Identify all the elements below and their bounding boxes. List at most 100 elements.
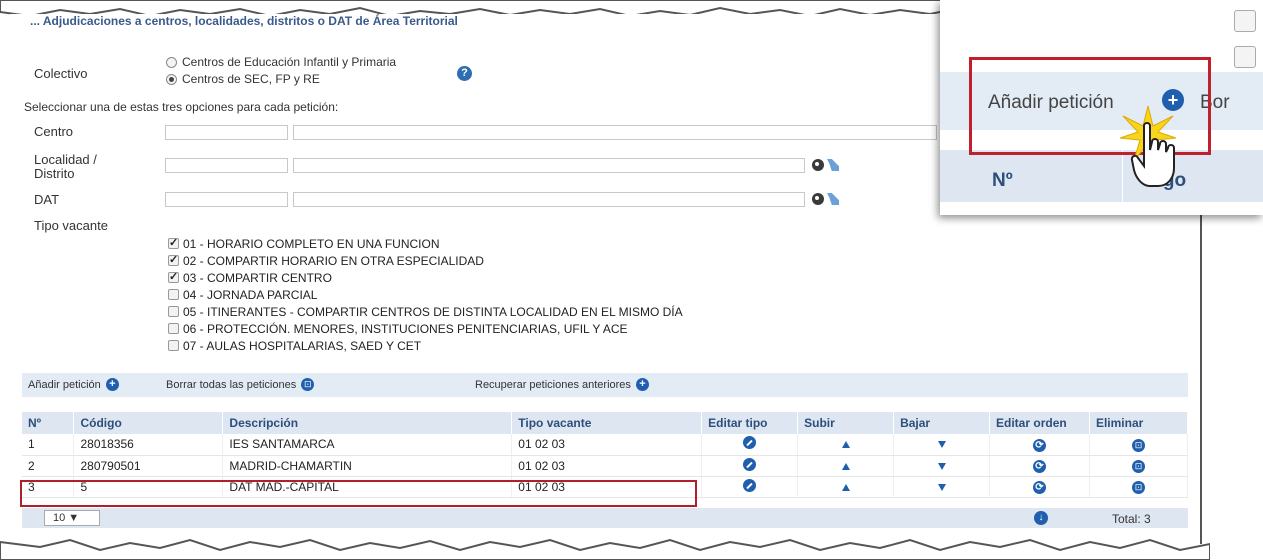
- table-row: 2 280790501 MADRID-CHAMARTIN 01 02 03 ⟳ …: [22, 455, 1189, 477]
- option-label: 02 - COMPARTIR HORARIO EN OTRA ESPECIALI…: [183, 253, 484, 268]
- option-label: 04 - JORNADA PARCIAL: [183, 287, 318, 302]
- pager: 10 ▼ ↓ Total: 3: [22, 508, 1188, 528]
- option-label: 07 - AULAS HOSPITALARIAS, SAED Y CET: [183, 338, 422, 353]
- radio-label: Centros de SEC, FP y RE: [182, 72, 320, 86]
- move-up-icon[interactable]: [841, 462, 850, 470]
- checkbox-checked[interactable]: [168, 236, 179, 249]
- radio-button[interactable]: [166, 56, 177, 68]
- hand-cursor-icon: [1130, 122, 1175, 187]
- colectivo-label: Colectivo: [34, 66, 88, 81]
- checkbox[interactable]: [168, 306, 179, 317]
- download-icon[interactable]: ↓: [1034, 511, 1048, 525]
- instruction-text: Seleccionar una de estas tres opciones p…: [24, 100, 339, 114]
- dat-name-input[interactable]: [293, 192, 805, 207]
- tipo-vacante-option[interactable]: 01 - HORARIO COMPLETO EN UNA FUNCION: [168, 235, 683, 252]
- tipo-vacante-option[interactable]: 07 - AULAS HOSPITALARIAS, SAED Y CET: [168, 337, 683, 354]
- dat-tools: [812, 193, 839, 205]
- delete-all-button[interactable]: Borrar todas las peticiones ⊡: [166, 378, 315, 391]
- col-bajar: Bajar: [893, 412, 991, 434]
- tipo-vacante-option[interactable]: 03 - COMPARTIR CENTRO: [168, 269, 683, 286]
- zoom-callout: Añadir petición + Bor Nº digo: [940, 0, 1263, 215]
- option-label: 06 - PROTECCIÓN. MENORES, INSTITUCIONES …: [183, 321, 628, 336]
- cell-descripcion: IES SANTAMARCA: [222, 434, 513, 456]
- move-up-icon[interactable]: [841, 441, 850, 449]
- localidad-name-input[interactable]: [293, 158, 805, 173]
- centro-label: Centro: [34, 124, 74, 139]
- plus-icon[interactable]: +: [105, 378, 119, 391]
- option-label: 05 - ITINERANTES - COMPARTIR CENTROS DE …: [183, 304, 683, 319]
- move-down-icon[interactable]: [937, 483, 946, 491]
- col-no[interactable]: Nº: [22, 412, 75, 434]
- move-up-icon[interactable]: [841, 483, 850, 491]
- col-codigo[interactable]: Código: [73, 412, 224, 434]
- radio-sec-fp-re[interactable]: Centros de SEC, FP y RE: [166, 72, 320, 86]
- cell-tipo: 01 02 03: [511, 455, 703, 477]
- col-subir: Subir: [797, 412, 895, 434]
- table-row: 1 28018356 IES SANTAMARCA 01 02 03 ⟳ ⊡: [22, 434, 1189, 456]
- tipo-vacante-option[interactable]: 04 - JORNADA PARCIAL: [168, 286, 683, 303]
- checkbox[interactable]: [168, 323, 179, 334]
- cell-tipo: 01 02 03: [511, 434, 703, 456]
- cell-codigo: 28018356: [73, 434, 224, 456]
- checkbox: [1234, 10, 1256, 32]
- checkbox-checked[interactable]: [168, 270, 179, 283]
- col-editar-orden: Editar orden: [989, 412, 1090, 434]
- move-down-icon[interactable]: [937, 462, 946, 470]
- clear-icon[interactable]: [827, 159, 839, 171]
- delete-icon[interactable]: ⊡: [1131, 481, 1145, 494]
- cell-no: 1: [22, 434, 75, 456]
- option-label: 03 - COMPARTIR CENTRO: [183, 270, 332, 285]
- col-editar-tipo: Editar tipo: [701, 412, 799, 434]
- localidad-label: Localidad / Distrito: [34, 152, 97, 181]
- recover-label: Recuperar peticiones anteriores: [475, 378, 631, 391]
- tipo-vacante-option[interactable]: 05 - ITINERANTES - COMPARTIR CENTROS DE …: [168, 303, 683, 320]
- delete-icon[interactable]: ⊡: [1131, 460, 1145, 473]
- dat-code-input[interactable]: [165, 192, 288, 207]
- tipo-vacante-option[interactable]: 02 - COMPARTIR HORARIO EN OTRA ESPECIALI…: [168, 252, 683, 269]
- localidad-code-input[interactable]: [165, 158, 288, 173]
- move-down-icon[interactable]: [937, 441, 946, 449]
- highlight-box: [20, 480, 697, 507]
- edit-type-icon[interactable]: [743, 436, 757, 450]
- cell-codigo: 280790501: [73, 455, 224, 477]
- checkbox-checked[interactable]: [168, 253, 179, 266]
- cell-descripcion: MADRID-CHAMARTIN: [222, 455, 513, 477]
- tipo-vacante-option[interactable]: 06 - PROTECCIÓN. MENORES, INSTITUCIONES …: [168, 320, 683, 337]
- edit-order-icon[interactable]: ⟳: [1032, 481, 1046, 494]
- cell-no: 2: [22, 455, 75, 477]
- edit-order-icon[interactable]: ⟳: [1032, 460, 1046, 473]
- centro-name-input[interactable]: [293, 125, 937, 140]
- edit-type-icon[interactable]: [743, 457, 757, 471]
- checkbox: [1234, 46, 1256, 68]
- search-icon[interactable]: [812, 159, 824, 171]
- recover-button[interactable]: Recuperar peticiones anteriores +: [475, 378, 649, 391]
- total-count: Total: 3: [1112, 512, 1151, 526]
- torn-edge-bottom: [0, 538, 1210, 560]
- add-request-button[interactable]: Añadir petición +: [28, 378, 119, 391]
- page-title: ... Adjudicaciones a centros, localidade…: [30, 14, 458, 28]
- dat-label: DAT: [34, 192, 60, 207]
- radio-infantil-primaria[interactable]: Centros de Educación Infantil y Primaria: [166, 55, 396, 69]
- centro-code-input[interactable]: [165, 125, 288, 140]
- col-tipo-vacante[interactable]: Tipo vacante: [511, 412, 703, 434]
- tipo-vacante-label: Tipo vacante: [34, 218, 108, 233]
- radio-button-checked[interactable]: [166, 73, 177, 85]
- zoom-col-no: Nº: [992, 170, 1013, 191]
- plus-icon[interactable]: +: [635, 378, 649, 391]
- localidad-tools: [812, 159, 839, 171]
- clear-icon[interactable]: [827, 193, 839, 205]
- page-size-select[interactable]: 10 ▼: [44, 510, 100, 526]
- help-icon[interactable]: ?: [457, 66, 472, 81]
- col-descripcion[interactable]: Descripción: [222, 412, 513, 434]
- col-eliminar: Eliminar: [1089, 412, 1189, 434]
- radio-label: Centros de Educación Infantil y Primaria: [182, 55, 397, 69]
- table-header-row: Nº Código Descripción Tipo vacante Edita…: [22, 412, 1189, 434]
- checkbox[interactable]: [168, 289, 179, 300]
- zoom-table-header: [940, 150, 1263, 202]
- checkbox[interactable]: [168, 340, 179, 351]
- trash-icon[interactable]: ⊡: [301, 378, 315, 391]
- edit-type-icon[interactable]: [743, 478, 757, 492]
- search-icon[interactable]: [812, 193, 824, 205]
- edit-order-icon[interactable]: ⟳: [1032, 438, 1046, 452]
- delete-icon[interactable]: ⊡: [1131, 438, 1145, 452]
